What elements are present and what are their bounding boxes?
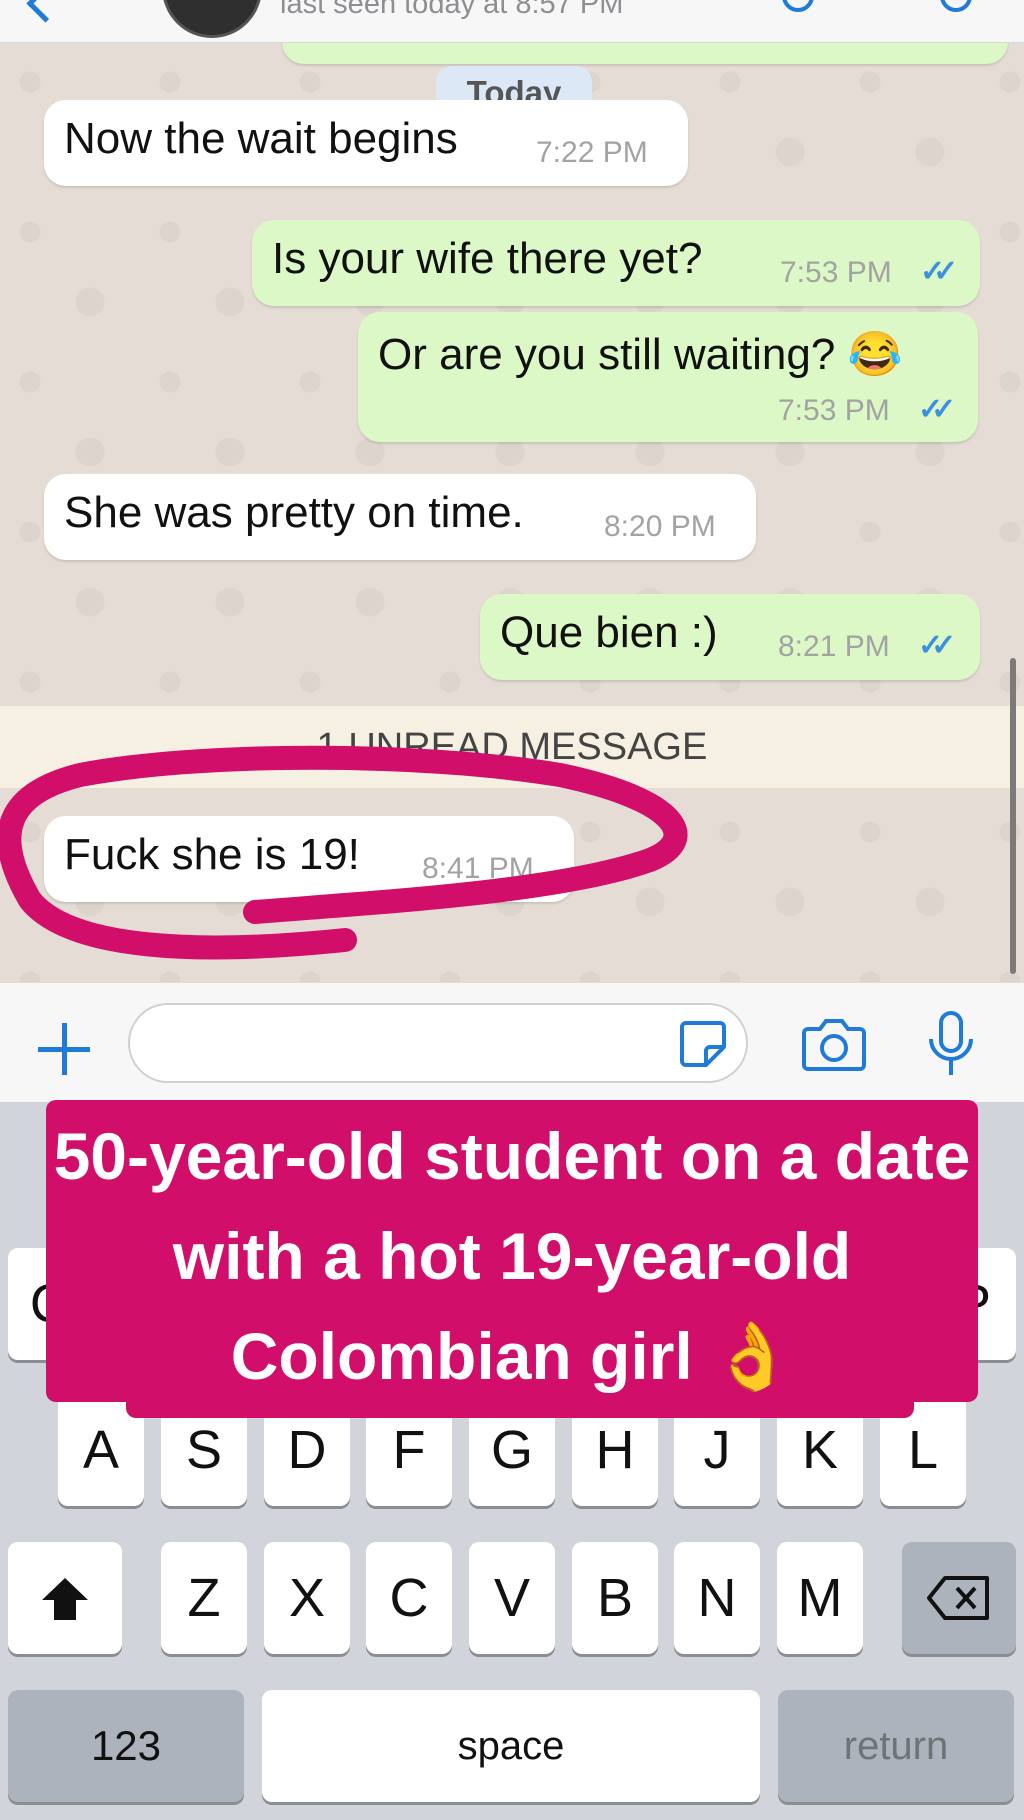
backspace-icon <box>927 1576 989 1620</box>
caption-text: 50-year-old student on a date with a hot… <box>53 1119 971 1393</box>
key-v[interactable]: V <box>469 1542 555 1654</box>
shift-arrow-icon <box>42 1578 88 1620</box>
video-call-icon[interactable] <box>782 0 814 12</box>
message-input-bar <box>0 982 1024 1103</box>
contact-avatar[interactable] <box>162 0 262 38</box>
space-key[interactable]: space <box>262 1690 760 1802</box>
key-m[interactable]: M <box>777 1542 863 1654</box>
return-key[interactable]: return <box>778 1690 1014 1802</box>
highlight-circle-annotation <box>0 745 688 960</box>
sticker-icon[interactable] <box>678 1019 728 1069</box>
numbers-key[interactable]: 123 <box>8 1690 244 1802</box>
key-b[interactable]: B <box>572 1542 658 1654</box>
chat-header: last seen today at 8:57 PM <box>0 0 1024 43</box>
microphone-icon[interactable] <box>926 1011 976 1077</box>
key-z[interactable]: Z <box>161 1542 247 1654</box>
last-seen-status: last seen today at 8:57 PM <box>280 0 624 20</box>
message-input[interactable] <box>128 1003 748 1083</box>
back-chevron-icon[interactable] <box>26 0 65 23</box>
camera-icon[interactable] <box>802 1015 866 1071</box>
key-n[interactable]: N <box>674 1542 760 1654</box>
key-c[interactable]: C <box>366 1542 452 1654</box>
shift-key[interactable] <box>8 1542 122 1654</box>
backspace-key[interactable] <box>902 1542 1016 1654</box>
phone-call-icon[interactable] <box>940 0 972 12</box>
key-x[interactable]: X <box>264 1542 350 1654</box>
plus-icon[interactable] <box>38 1023 90 1075</box>
